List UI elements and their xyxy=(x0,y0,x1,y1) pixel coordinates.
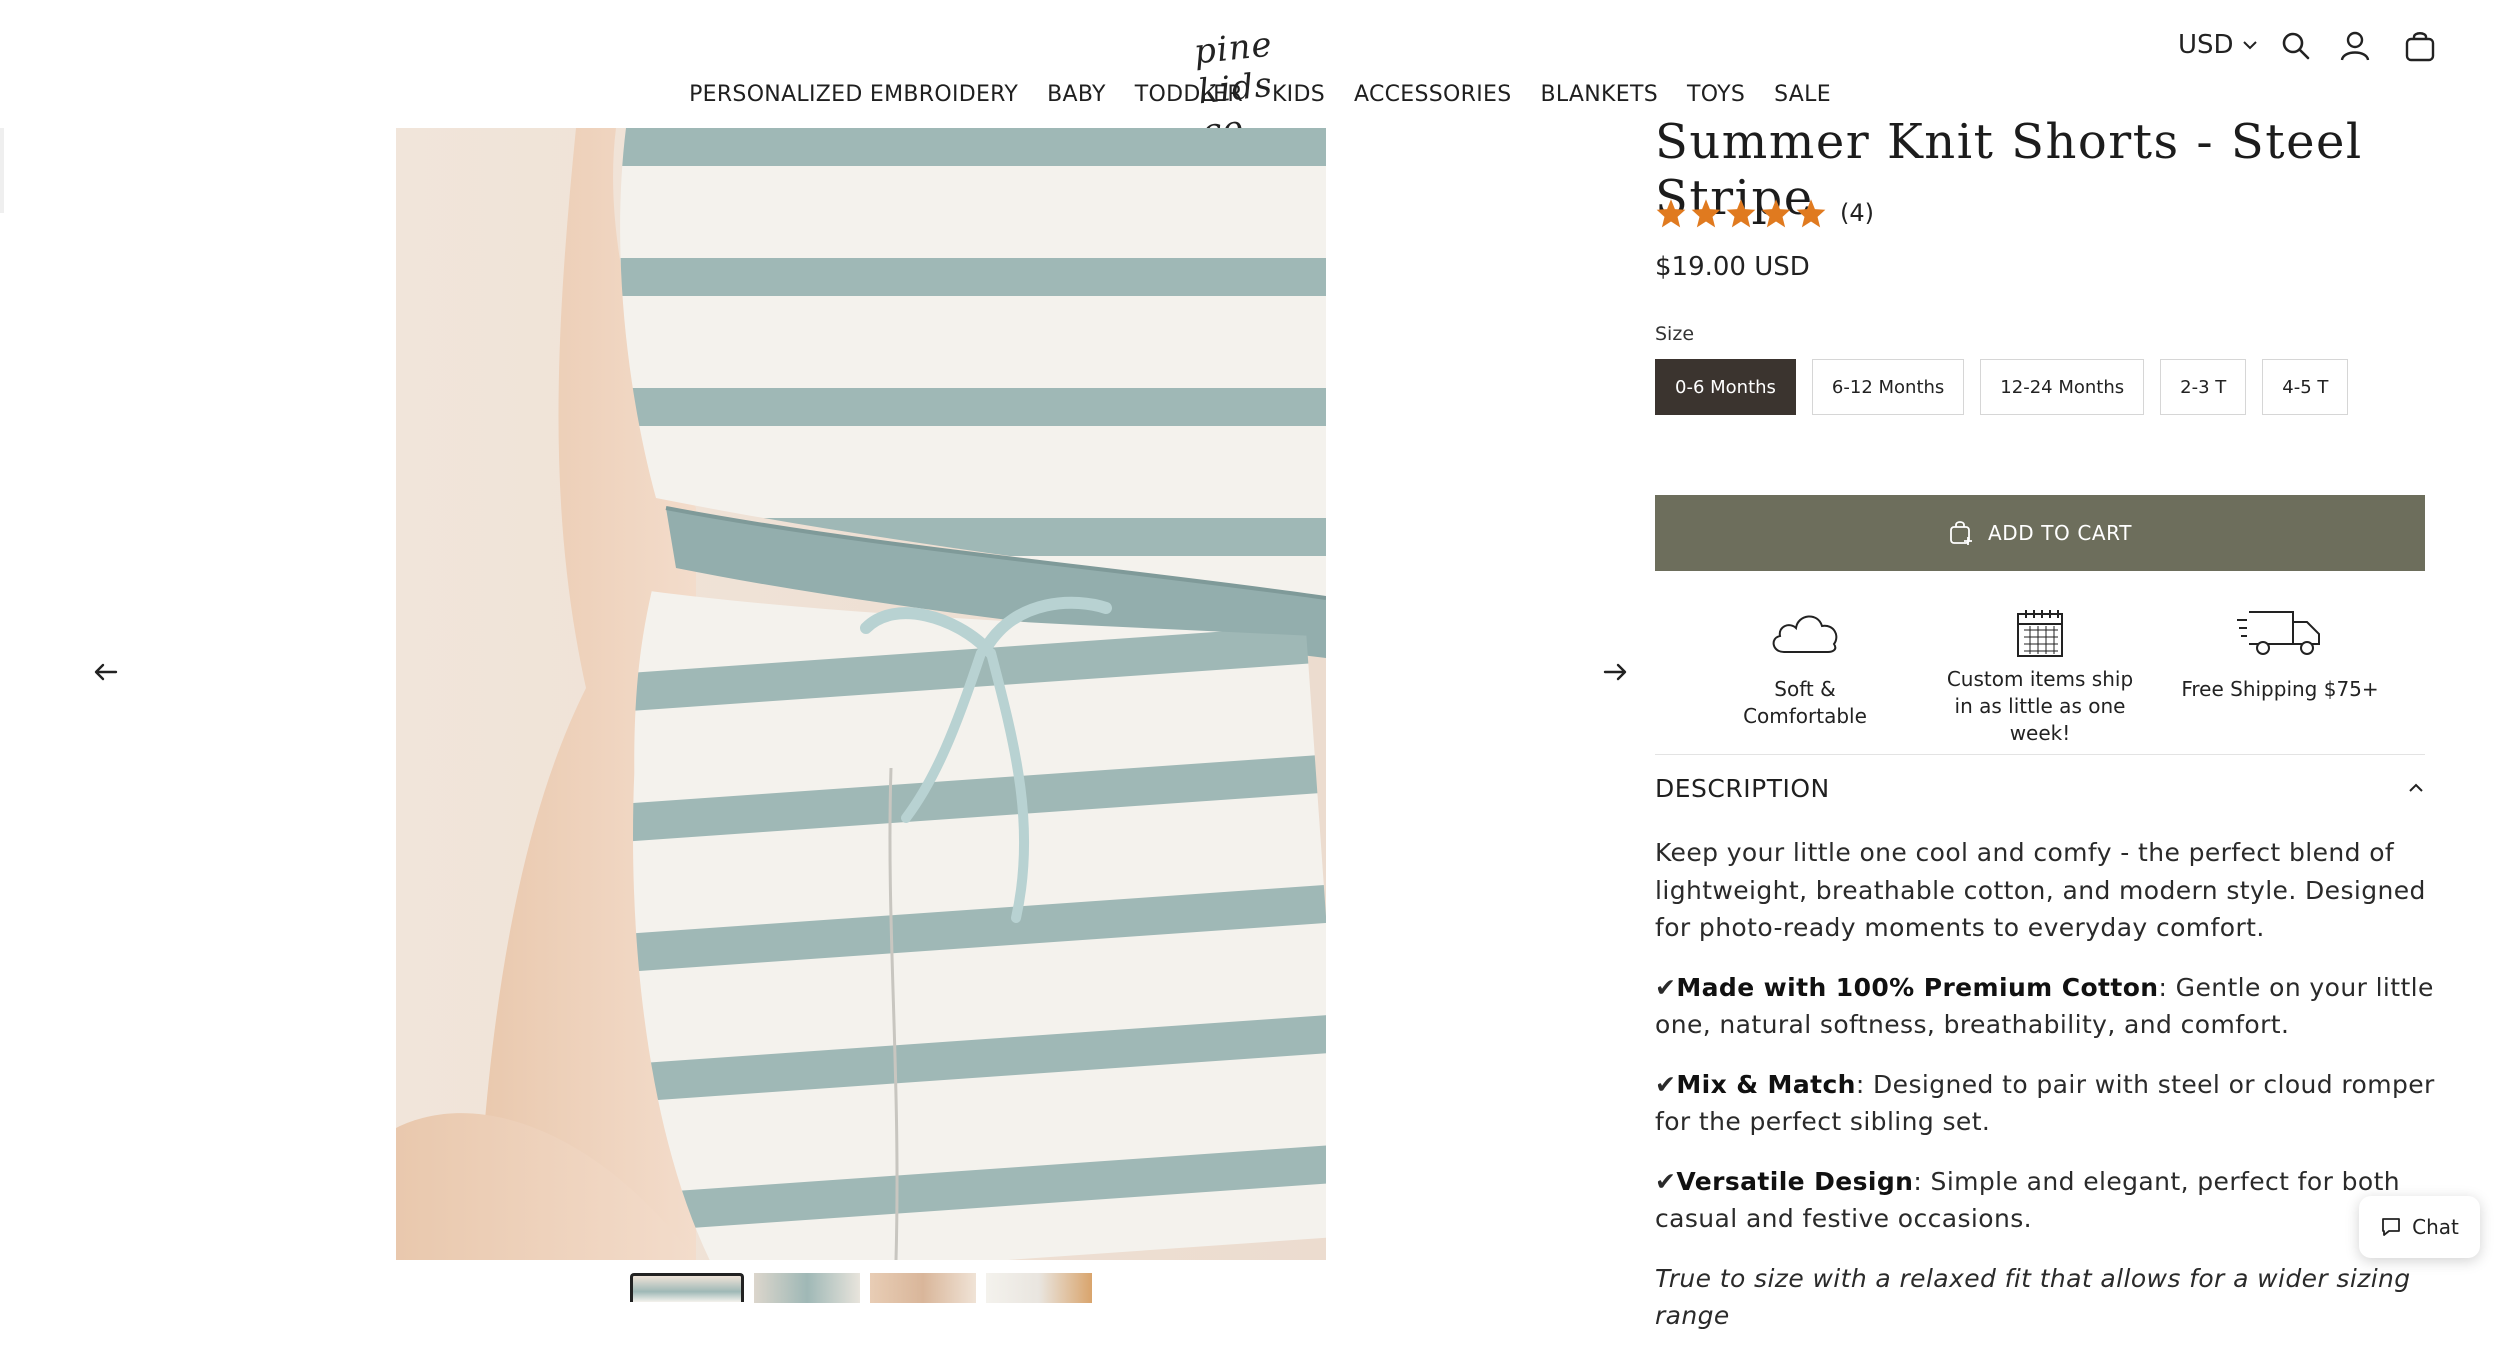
thumbnail-3[interactable] xyxy=(870,1273,976,1303)
feature-text: Soft & Comfortable xyxy=(1743,677,1867,728)
product-photo-illustration xyxy=(396,128,1326,1260)
cart-icon[interactable] xyxy=(2402,28,2438,64)
currency-selector[interactable]: USD xyxy=(2178,30,2258,60)
currency-label: USD xyxy=(2178,30,2234,60)
star-icon xyxy=(1796,199,1826,228)
cloud-icon xyxy=(1772,615,1838,653)
add-to-cart-label: ADD TO CART xyxy=(1987,521,2133,545)
add-to-cart-button[interactable]: ADD TO CART xyxy=(1655,495,2425,571)
feature-custom-shipping: Custom items ship in as little as one we… xyxy=(1935,606,2145,747)
chat-button[interactable]: Chat xyxy=(2359,1196,2480,1258)
size-option-2-3-t[interactable]: 2-3 T xyxy=(2160,359,2247,415)
fit-note: True to size with a relaxed fit that all… xyxy=(1655,1263,2411,1331)
star-icon xyxy=(1691,199,1721,228)
bullet-title: Made with 100% Premium Cotton xyxy=(1676,972,2159,1002)
thumbnail-2[interactable] xyxy=(754,1273,860,1303)
bullet-title: Mix & Match xyxy=(1676,1069,1856,1099)
chat-label: Chat xyxy=(2412,1215,2459,1239)
add-cart-icon xyxy=(1950,521,1972,545)
chevron-up-icon xyxy=(2409,783,2423,792)
description-bullet: ✔Mix & Match: Designed to pair with stee… xyxy=(1655,1066,2435,1141)
divider xyxy=(1655,754,2425,755)
feature-free-shipping: Free Shipping $75+ xyxy=(2180,606,2380,703)
description-bullet: ✔Versatile Design: Simple and elegant, p… xyxy=(1655,1163,2435,1238)
review-count[interactable]: (4) xyxy=(1840,199,1874,227)
search-icon[interactable] xyxy=(2278,28,2314,64)
rating-stars[interactable]: (4) xyxy=(1655,198,1874,228)
feature-text: Custom items ship in as little as one we… xyxy=(1946,667,2134,745)
thumbnail-1[interactable] xyxy=(630,1273,744,1302)
nav-item-kids[interactable]: KIDS xyxy=(1272,82,1325,107)
left-edge-tab xyxy=(0,128,4,213)
nav-item-blankets[interactable]: BLANKETS xyxy=(1540,82,1658,107)
description-heading: DESCRIPTION xyxy=(1655,773,1830,803)
thumbnail-strip xyxy=(630,1273,1092,1303)
feature-soft-comfortable: Soft & Comfortable xyxy=(1710,606,1900,730)
nav-item-sale[interactable]: SALE xyxy=(1774,82,1831,107)
description-bullet: ✔Made with 100% Premium Cotton: Gentle o… xyxy=(1655,969,2435,1044)
nav-item-baby[interactable]: BABY xyxy=(1047,82,1106,107)
account-icon[interactable] xyxy=(2337,28,2373,64)
size-option-4-5-t[interactable]: 4-5 T xyxy=(2262,359,2349,415)
nav-item-toys[interactable]: TOYS xyxy=(1687,82,1745,107)
bullet-title: Versatile Design xyxy=(1676,1166,1914,1196)
size-label: Size xyxy=(1655,323,1695,345)
check-icon: ✔ xyxy=(1655,1069,1677,1099)
check-icon: ✔ xyxy=(1655,972,1677,1002)
chat-bubble-icon xyxy=(2382,1218,2401,1236)
size-option-0-6-months[interactable]: 0-6 Months xyxy=(1655,359,1796,415)
nav-item-toddler[interactable]: TODDLER xyxy=(1135,82,1243,107)
thumbnail-4[interactable] xyxy=(986,1273,1092,1303)
star-icon xyxy=(1726,199,1756,228)
description-body: Keep your little one cool and comfy - th… xyxy=(1655,834,2435,1357)
main-nav: PERSONALIZED EMBROIDERY BABY TODDLER KID… xyxy=(0,82,2500,107)
description-toggle[interactable]: DESCRIPTION xyxy=(1655,770,2425,806)
arrow-right-icon[interactable] xyxy=(1601,658,1629,686)
star-icon xyxy=(1761,199,1791,228)
calendar-icon xyxy=(2017,610,2063,657)
star-icon xyxy=(1656,199,1686,228)
arrow-left-icon[interactable] xyxy=(92,658,120,686)
chevron-down-icon xyxy=(2242,41,2257,50)
product-price: $19.00 USD xyxy=(1655,252,1810,282)
description-intro: Keep your little one cool and comfy - th… xyxy=(1655,838,2426,942)
size-option-12-24-months[interactable]: 12-24 Months xyxy=(1980,359,2145,415)
feature-text: Free Shipping $75+ xyxy=(2181,677,2379,701)
nav-item-personalized-embroidery[interactable]: PERSONALIZED EMBROIDERY xyxy=(689,82,1018,107)
product-main-image[interactable] xyxy=(396,128,1326,1260)
check-icon: ✔ xyxy=(1655,1166,1677,1196)
delivery-truck-icon xyxy=(2237,611,2320,655)
size-option-6-12-months[interactable]: 6-12 Months xyxy=(1811,359,1965,415)
size-selector: 0-6 Months 6-12 Months 12-24 Months 2-3 … xyxy=(1655,359,2349,415)
brand-logo[interactable]: pine kids co xyxy=(1190,14,1320,152)
nav-item-accessories[interactable]: ACCESSORIES xyxy=(1354,82,1511,107)
